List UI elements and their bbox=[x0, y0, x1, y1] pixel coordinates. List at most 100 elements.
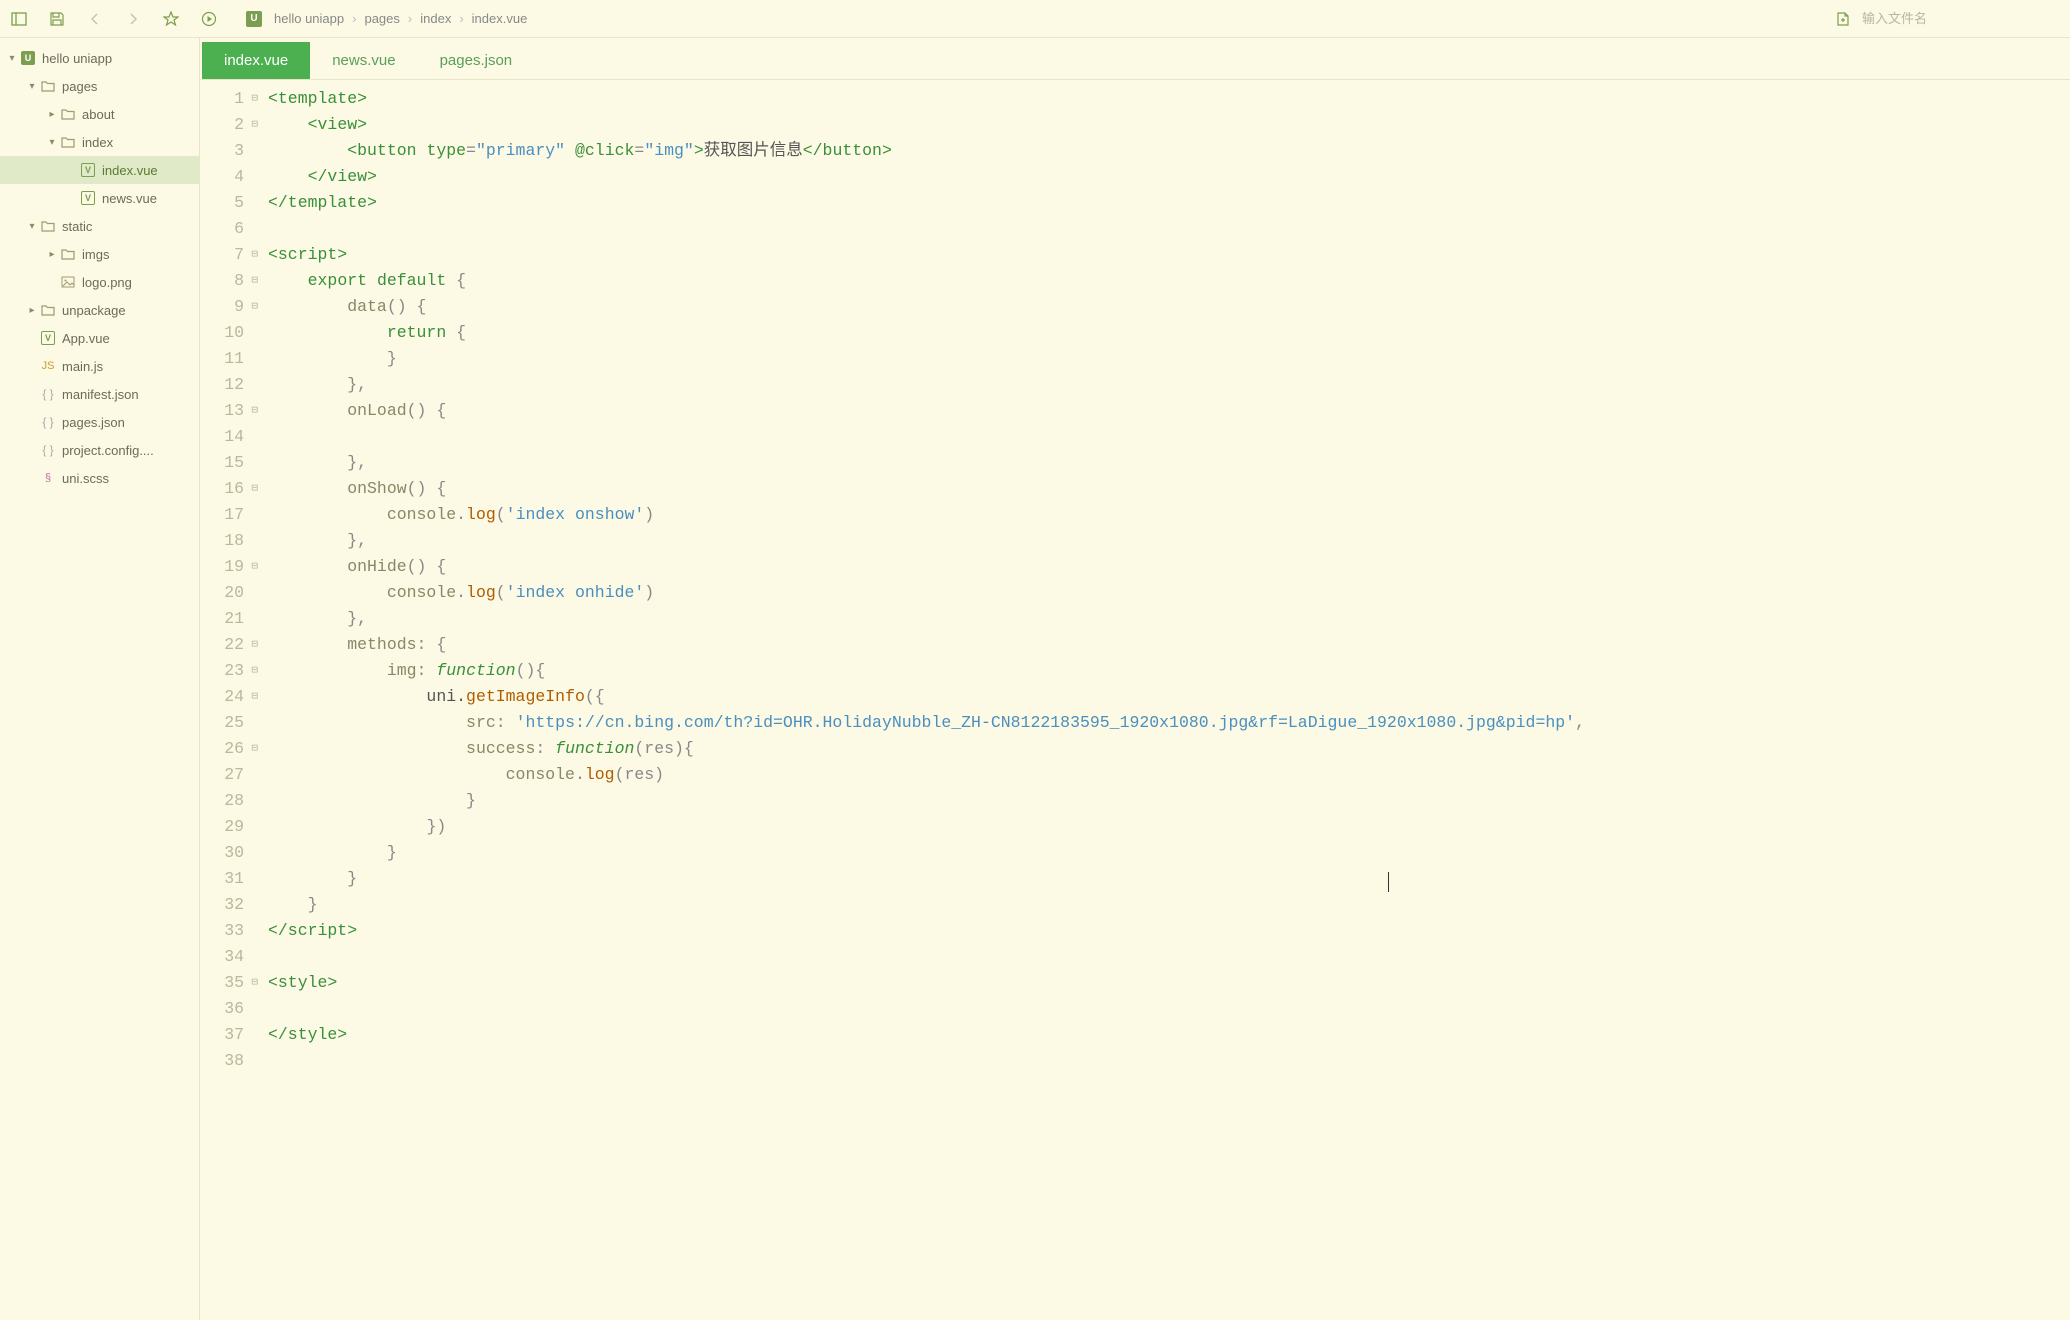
tab-news-vue[interactable]: news.vue bbox=[310, 42, 417, 79]
code-line[interactable] bbox=[268, 996, 2070, 1022]
tree-item-hello-uniapp[interactable]: ▾Uhello uniapp bbox=[0, 44, 199, 72]
chevron-icon[interactable]: ▾ bbox=[46, 137, 58, 148]
breadcrumb-item-0[interactable]: hello uniapp bbox=[274, 11, 344, 26]
tab-pages-json[interactable]: pages.json bbox=[418, 42, 535, 79]
code-line[interactable]: console.log('index onshow') bbox=[268, 502, 2070, 528]
chevron-icon[interactable]: ▸ bbox=[46, 249, 58, 260]
fold-icon[interactable]: ⊟ bbox=[246, 242, 258, 268]
code-line[interactable]: <button type="primary" @click="img">获取图片… bbox=[268, 138, 2070, 164]
tab-index-vue[interactable]: index.vue bbox=[202, 42, 310, 79]
code-line[interactable] bbox=[268, 424, 2070, 450]
tree-item-index[interactable]: ▾index bbox=[0, 128, 199, 156]
fold-icon[interactable]: ⊟ bbox=[246, 970, 258, 996]
code-line[interactable]: success: function(res){ bbox=[268, 736, 2070, 762]
tree-item-App-vue[interactable]: VApp.vue bbox=[0, 324, 199, 352]
code-editor[interactable]: 1⊟2⊟34567⊟8⊟9⊟10111213⊟141516⊟171819⊟202… bbox=[200, 80, 2070, 1320]
code-line[interactable]: export default { bbox=[268, 268, 2070, 294]
chevron-icon[interactable]: ▾ bbox=[6, 53, 18, 64]
code-line[interactable] bbox=[268, 1048, 2070, 1074]
breadcrumb-item-3[interactable]: index.vue bbox=[472, 11, 528, 26]
run-icon[interactable] bbox=[198, 8, 220, 30]
fold-icon[interactable]: ⊟ bbox=[246, 736, 258, 762]
fold-icon[interactable]: ⊟ bbox=[246, 684, 258, 710]
tree-item-static[interactable]: ▾static bbox=[0, 212, 199, 240]
code-line[interactable]: onLoad() { bbox=[268, 398, 2070, 424]
chevron-icon[interactable]: ▸ bbox=[26, 305, 38, 316]
tree-item-main-js[interactable]: JSmain.js bbox=[0, 352, 199, 380]
tree-item-project-config----[interactable]: { }project.config.... bbox=[0, 436, 199, 464]
fold-icon[interactable]: ⊟ bbox=[246, 294, 258, 320]
code-line[interactable]: onShow() { bbox=[268, 476, 2070, 502]
code-line[interactable]: }, bbox=[268, 372, 2070, 398]
code-content[interactable]: <template> <view> <button type="primary"… bbox=[262, 80, 2070, 1320]
nav-forward-icon[interactable] bbox=[122, 8, 144, 30]
fold-icon[interactable]: ⊟ bbox=[246, 476, 258, 502]
code-line[interactable]: </template> bbox=[268, 190, 2070, 216]
code-line[interactable]: console.log(res) bbox=[268, 762, 2070, 788]
code-line[interactable]: }, bbox=[268, 606, 2070, 632]
save-icon[interactable] bbox=[46, 8, 68, 30]
code-line[interactable]: <template> bbox=[268, 86, 2070, 112]
star-icon[interactable] bbox=[160, 8, 182, 30]
chevron-icon[interactable]: ▸ bbox=[46, 109, 58, 120]
tree-item-label: uni.scss bbox=[62, 471, 109, 486]
tree-item-uni-scss[interactable]: § uni.scss bbox=[0, 464, 199, 492]
collapse-sidebar-icon[interactable] bbox=[8, 8, 30, 30]
code-line[interactable]: }, bbox=[268, 450, 2070, 476]
fold-icon[interactable]: ⊟ bbox=[246, 112, 258, 138]
code-line[interactable]: }, bbox=[268, 528, 2070, 554]
gutter-line: 7⊟ bbox=[216, 242, 258, 268]
code-line[interactable] bbox=[268, 944, 2070, 970]
new-file-icon[interactable] bbox=[1832, 8, 1854, 30]
scss-icon: § bbox=[40, 470, 56, 486]
code-line[interactable]: return { bbox=[268, 320, 2070, 346]
tree-item-imgs[interactable]: ▸imgs bbox=[0, 240, 199, 268]
search-input[interactable] bbox=[1862, 11, 2062, 26]
fold-icon[interactable]: ⊟ bbox=[246, 86, 258, 112]
breadcrumb-item-1[interactable]: pages bbox=[364, 11, 399, 26]
gutter-line: 28 bbox=[216, 788, 258, 814]
fold-icon[interactable]: ⊟ bbox=[246, 554, 258, 580]
code-line[interactable]: } bbox=[268, 346, 2070, 372]
code-line[interactable]: <script> bbox=[268, 242, 2070, 268]
code-line[interactable]: </style> bbox=[268, 1022, 2070, 1048]
tree-item-manifest-json[interactable]: { }manifest.json bbox=[0, 380, 199, 408]
chevron-right-icon: › bbox=[352, 11, 356, 26]
tree-item-pages-json[interactable]: { }pages.json bbox=[0, 408, 199, 436]
code-line[interactable]: data() { bbox=[268, 294, 2070, 320]
nav-back-icon[interactable] bbox=[84, 8, 106, 30]
code-line[interactable]: } bbox=[268, 866, 2070, 892]
chevron-icon[interactable]: ▾ bbox=[26, 221, 38, 232]
tree-item-label: logo.png bbox=[82, 275, 132, 290]
code-line[interactable]: </view> bbox=[268, 164, 2070, 190]
tree-item-index-vue[interactable]: Vindex.vue bbox=[0, 156, 199, 184]
fold-icon[interactable]: ⊟ bbox=[246, 658, 258, 684]
code-line[interactable]: <view> bbox=[268, 112, 2070, 138]
top-toolbar: U hello uniapp › pages › index › index.v… bbox=[0, 0, 2070, 38]
code-line[interactable]: } bbox=[268, 840, 2070, 866]
fold-icon[interactable]: ⊟ bbox=[246, 398, 258, 424]
code-line[interactable]: </script> bbox=[268, 918, 2070, 944]
code-line[interactable]: uni.getImageInfo({ bbox=[268, 684, 2070, 710]
code-line[interactable]: } bbox=[268, 788, 2070, 814]
tree-item-news-vue[interactable]: Vnews.vue bbox=[0, 184, 199, 212]
code-line[interactable]: <style> bbox=[268, 970, 2070, 996]
gutter: 1⊟2⊟34567⊟8⊟9⊟10111213⊟141516⊟171819⊟202… bbox=[200, 80, 262, 1320]
code-line[interactable]: methods: { bbox=[268, 632, 2070, 658]
breadcrumb-item-2[interactable]: index bbox=[420, 11, 451, 26]
tree-item-about[interactable]: ▸about bbox=[0, 100, 199, 128]
code-line[interactable]: img: function(){ bbox=[268, 658, 2070, 684]
folder-icon bbox=[40, 218, 56, 234]
code-line[interactable] bbox=[268, 216, 2070, 242]
chevron-icon[interactable]: ▾ bbox=[26, 81, 38, 92]
code-line[interactable]: onHide() { bbox=[268, 554, 2070, 580]
tree-item-unpackage[interactable]: ▸unpackage bbox=[0, 296, 199, 324]
fold-icon[interactable]: ⊟ bbox=[246, 268, 258, 294]
fold-icon[interactable]: ⊟ bbox=[246, 632, 258, 658]
code-line[interactable]: }) bbox=[268, 814, 2070, 840]
code-line[interactable]: src: 'https://cn.bing.com/th?id=OHR.Holi… bbox=[268, 710, 2070, 736]
code-line[interactable]: } bbox=[268, 892, 2070, 918]
tree-item-pages[interactable]: ▾pages bbox=[0, 72, 199, 100]
tree-item-logo-png[interactable]: logo.png bbox=[0, 268, 199, 296]
code-line[interactable]: console.log('index onhide') bbox=[268, 580, 2070, 606]
